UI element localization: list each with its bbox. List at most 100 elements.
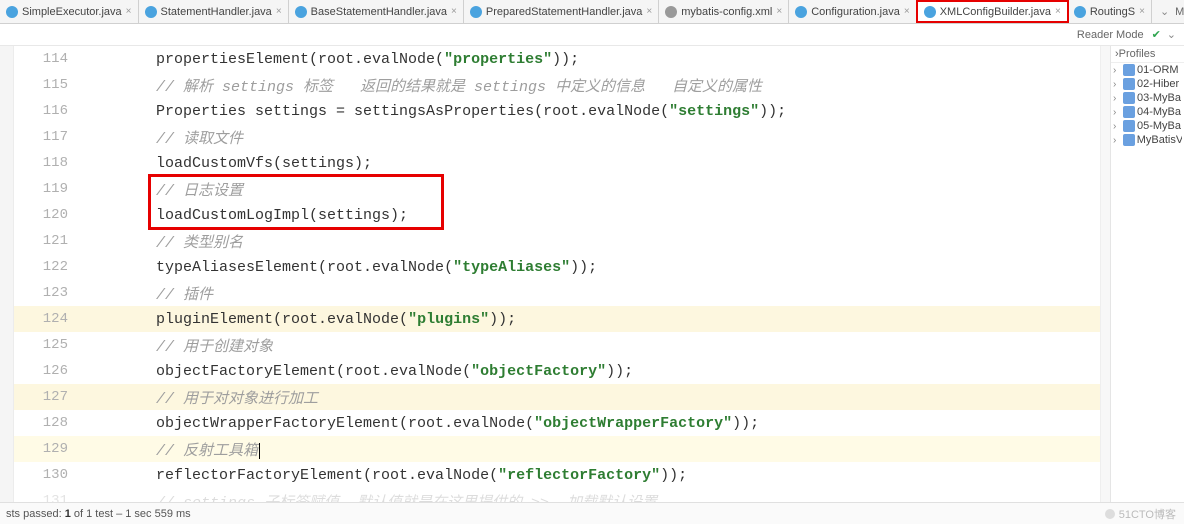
chevron-right-icon[interactable]: › [1113, 107, 1123, 118]
editor-tab-label: mybatis-config.xml [681, 6, 772, 18]
sidebar-header-label: Profiles [1119, 48, 1156, 60]
line-number: 121 [14, 233, 102, 249]
code-text[interactable]: loadCustomVfs(settings); [102, 155, 372, 172]
chevron-right-icon[interactable]: › [1113, 121, 1123, 132]
code-line[interactable]: 118 loadCustomVfs(settings); [14, 150, 1110, 176]
code-line[interactable]: 128 objectWrapperFactoryElement(root.eva… [14, 410, 1110, 436]
editor-tab-label: StatementHandler.java [161, 6, 272, 18]
line-number: 122 [14, 259, 102, 275]
code-line[interactable]: 130 reflectorFactoryElement(root.evalNod… [14, 462, 1110, 488]
line-number: 129 [14, 441, 102, 457]
code-line[interactable]: 117 // 读取文件 [14, 124, 1110, 150]
sidebar-item[interactable]: › MyBatisV [1111, 133, 1184, 147]
code-line[interactable]: 125 // 用于创建对象 [14, 332, 1110, 358]
code-line[interactable]: 121 // 类型别名 [14, 228, 1110, 254]
code-text[interactable]: // 日志设置 [102, 179, 243, 200]
close-icon[interactable]: × [276, 6, 282, 17]
code-text[interactable]: // 读取文件 [102, 127, 243, 148]
chevron-right-icon[interactable]: › [1113, 79, 1123, 90]
editor-tab[interactable]: PreparedStatementHandler.java× [464, 0, 659, 23]
sidebar-item-label: 01-ORM [1137, 64, 1179, 76]
code-text[interactable]: // 用于对对象进行加工 [102, 387, 318, 408]
sidebar-item-label: MyBatisV [1137, 134, 1182, 146]
line-number: 126 [14, 363, 102, 379]
code-text[interactable]: objectFactoryElement(root.evalNode("obje… [102, 363, 633, 380]
editor-tab-label: XMLConfigBuilder.java [940, 6, 1051, 18]
chevron-right-icon[interactable]: › [1113, 93, 1123, 104]
code-text[interactable]: // 解析 settings 标签 返回的结果就是 settings 中定义的信… [102, 75, 762, 96]
sidebar-item-label: 02-Hiber [1137, 78, 1179, 90]
code-text[interactable]: objectWrapperFactoryElement(root.evalNod… [102, 415, 759, 432]
code-line[interactable]: 116 Properties settings = settingsAsProp… [14, 98, 1110, 124]
code-line[interactable]: 122 typeAliasesElement(root.evalNode("ty… [14, 254, 1110, 280]
sidebar-item[interactable]: ›03-MyBa [1111, 91, 1184, 105]
code-text[interactable]: pluginElement(root.evalNode("plugins")); [102, 311, 516, 328]
editor-tab-label: RoutingS [1090, 6, 1135, 18]
chevron-right-icon[interactable]: › [1113, 65, 1123, 76]
code-text[interactable]: // 反射工具箱 [102, 439, 260, 460]
code-line[interactable]: 131 // settings 子标签赋值 默认值就是在这里提供的 >> 加载默… [14, 488, 1110, 502]
editor-tab-bar: SimpleExecutor.java×StatementHandler.jav… [0, 0, 1184, 24]
code-line[interactable]: 126 objectFactoryElement(root.evalNode("… [14, 358, 1110, 384]
code-text[interactable]: reflectorFactoryElement(root.evalNode("r… [102, 467, 687, 484]
editor-tab[interactable]: SimpleExecutor.java× [0, 0, 139, 23]
java-class-icon [6, 6, 18, 18]
close-icon[interactable]: × [1139, 6, 1145, 17]
close-icon[interactable]: × [451, 6, 457, 17]
line-number: 125 [14, 337, 102, 353]
close-icon[interactable]: × [904, 6, 910, 17]
chevron-right-icon[interactable]: › [1113, 135, 1123, 146]
watermark: 51CTO博客 [1105, 506, 1176, 522]
editor-tab-label: PreparedStatementHandler.java [486, 6, 643, 18]
code-line[interactable]: 119 // 日志设置 [14, 176, 1110, 202]
code-line[interactable]: 127 // 用于对对象进行加工 [14, 384, 1110, 410]
code-line[interactable]: 124 pluginElement(root.evalNode("plugins… [14, 306, 1110, 332]
module-icon [1123, 64, 1135, 76]
java-class-icon [924, 6, 936, 18]
sidebar-header[interactable]: › Profiles [1111, 46, 1184, 63]
code-line[interactable]: 120 loadCustomLogImpl(settings); [14, 202, 1110, 228]
close-icon[interactable]: × [776, 6, 782, 17]
code-text[interactable]: Properties settings = settingsAsProperti… [102, 103, 786, 120]
sidebar-item[interactable]: › 01-ORM [1111, 63, 1184, 77]
editor-tab[interactable]: BaseStatementHandler.java× [289, 0, 464, 23]
code-text[interactable]: // settings 子标签赋值 默认值就是在这里提供的 >> 加载默认设置 [102, 491, 657, 503]
watermark-icon [1105, 509, 1115, 519]
code-text[interactable]: typeAliasesElement(root.evalNode("typeAl… [102, 259, 597, 276]
chevron-down-icon[interactable]: ⌄ [1160, 5, 1169, 18]
java-class-icon [470, 6, 482, 18]
line-number: 127 [14, 389, 102, 405]
code-line[interactable]: 115 // 解析 settings 标签 返回的结果就是 settings 中… [14, 72, 1110, 98]
code-editor[interactable]: 114 propertiesElement(root.evalNode("pro… [14, 46, 1110, 502]
code-text[interactable]: loadCustomLogImpl(settings); [102, 207, 408, 224]
close-icon[interactable]: × [646, 6, 652, 17]
editor-tab[interactable]: RoutingS × [1068, 0, 1152, 23]
error-stripe[interactable] [1100, 46, 1110, 502]
code-text[interactable]: // 类型别名 [102, 231, 243, 252]
maven-tool-label[interactable]: Maven [1175, 6, 1184, 18]
code-text[interactable]: // 插件 [102, 283, 213, 304]
watermark-text: 51CTO博客 [1119, 506, 1176, 522]
close-icon[interactable]: × [1055, 6, 1061, 17]
line-number: 116 [14, 103, 102, 119]
module-icon [1123, 134, 1135, 146]
chevron-down-icon[interactable]: ⌄ [1167, 28, 1176, 41]
tab-bar-right-tools: ⌄ Maven ⤢ [1152, 0, 1184, 23]
line-number: 119 [14, 181, 102, 197]
editor-tab[interactable]: StatementHandler.java × [139, 0, 289, 23]
code-text[interactable]: // 用于创建对象 [102, 335, 273, 356]
gutter-collapse-strip[interactable] [0, 46, 14, 502]
code-line[interactable]: 123 // 插件 [14, 280, 1110, 306]
sidebar-item[interactable]: ›04-MyBa [1111, 105, 1184, 119]
editor-tab[interactable]: mybatis-config.xml × [659, 0, 789, 23]
editor-tab[interactable]: Configuration.java× [789, 0, 917, 23]
editor-tab[interactable]: XMLConfigBuilder.java × [916, 0, 1069, 23]
code-line[interactable]: 129 // 反射工具箱 [14, 436, 1110, 462]
sidebar-item[interactable]: › 02-Hiber [1111, 77, 1184, 91]
code-text[interactable]: propertiesElement(root.evalNode("propert… [102, 51, 579, 68]
close-icon[interactable]: × [126, 6, 132, 17]
sidebar-item[interactable]: ›05-MyBa [1111, 119, 1184, 133]
reader-mode-label[interactable]: Reader Mode [1077, 29, 1144, 41]
status-bar: sts passed: 1 of 1 test – 1 sec 559 ms 5… [0, 502, 1184, 524]
code-line[interactable]: 114 propertiesElement(root.evalNode("pro… [14, 46, 1110, 72]
